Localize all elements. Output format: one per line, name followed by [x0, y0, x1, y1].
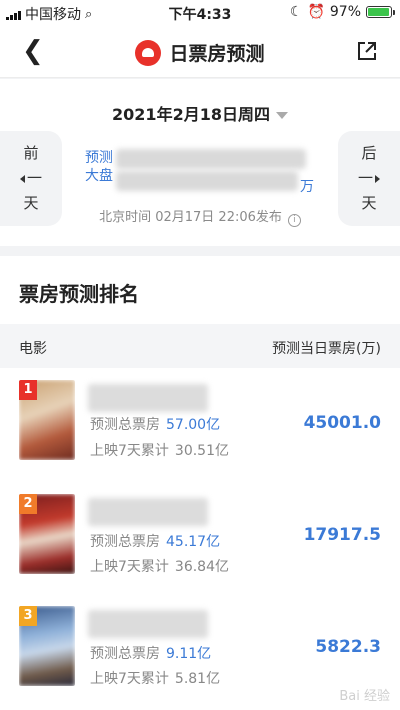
alarm-icon: ⏰	[307, 4, 325, 20]
total-value: 57.00亿	[166, 417, 221, 433]
forecast-value: 5822.3	[315, 637, 381, 657]
table-row[interactable]: 2 预测总票房 45.17亿 上映7天累计 36.84亿 17917.5	[0, 480, 400, 592]
blurred-prediction-value	[116, 149, 306, 169]
status-bar: 中国移动 ⌕ 下午4:33 ☾ ⏰ 97%	[0, 0, 400, 26]
battery-icon	[366, 6, 395, 18]
forecast-value: 17917.5	[303, 525, 381, 545]
caret-right-icon	[375, 174, 380, 183]
date-selector[interactable]: 2021年2月18日周四	[0, 101, 400, 125]
header-card: 2021年2月18日周四 前 一 天 预测 大盘 万 后 一 天 北京时间 02…	[0, 79, 400, 246]
column-forecast: 预测当日票房(万)	[272, 341, 381, 357]
blurred-prediction-value-2	[116, 171, 298, 191]
movie-poster: 3	[19, 606, 75, 686]
blurred-movie-title	[88, 610, 208, 638]
next-day-label-1: 后	[361, 144, 377, 162]
nav-bar: ❮ 日票房预测	[0, 26, 400, 78]
ranking-section: 票房预测排名 电影 预测当日票房(万) 1 预测总票房 57.00亿 上映7天累计…	[0, 256, 400, 710]
section-title: 票房预测排名	[19, 282, 139, 306]
blurred-movie-title	[88, 498, 208, 526]
prediction-line-1: 预测	[85, 150, 113, 166]
column-movie: 电影	[19, 341, 47, 357]
cumulative-value: 5.81亿	[174, 671, 221, 687]
cumulative-value: 36.84亿	[174, 559, 230, 575]
cumulative-label: 上映7天累计	[90, 443, 169, 459]
prev-day-label-1: 前	[23, 144, 39, 162]
prev-day-label-2: 一	[26, 169, 42, 187]
prediction-line-2: 大盘	[85, 168, 113, 184]
battery-percent: 97%	[329, 4, 361, 20]
movie-poster: 2	[19, 494, 75, 574]
forecast-value: 45001.0	[303, 413, 381, 433]
date-label: 2021年2月18日周四	[112, 105, 270, 124]
total-box-office: 预测总票房 9.11亿	[90, 643, 211, 663]
rank-badge: 2	[19, 494, 37, 514]
cumulative-label: 上映7天累计	[90, 671, 169, 687]
watermark: Bai 经验	[339, 689, 390, 704]
page-title: 日票房预测	[169, 43, 265, 65]
total-box-office: 预测总票房 57.00亿	[90, 414, 220, 434]
app-logo-icon	[135, 39, 162, 66]
table-row[interactable]: 1 预测总票房 57.00亿 上映7天累计 30.51亿 45001.0	[0, 368, 400, 480]
table-header: 电影 预测当日票房(万)	[0, 324, 400, 368]
total-value: 9.11亿	[166, 646, 212, 662]
publish-time: 北京时间 02月17日 22:06发布 i	[0, 206, 400, 227]
total-box-office: 预测总票房 45.17亿	[90, 531, 220, 551]
cumulative-label: 上映7天累计	[90, 559, 169, 575]
rank-badge: 1	[19, 380, 37, 400]
cumulative-box-office: 上映7天累计 30.51亿	[90, 440, 229, 460]
caret-left-icon	[19, 174, 25, 183]
next-day-label-2: 一	[357, 169, 373, 187]
cumulative-box-office: 上映7天累计 5.81亿	[90, 668, 220, 688]
prediction-unit: 万	[300, 179, 314, 195]
publish-time-label: 北京时间 02月17日 22:06发布	[99, 210, 282, 225]
cumulative-box-office: 上映7天累计 36.84亿	[90, 556, 229, 576]
rank-badge: 3	[19, 606, 37, 626]
caret-down-icon	[275, 112, 288, 119]
moon-icon: ☾	[289, 4, 303, 20]
prediction-summary[interactable]: 预测 大盘	[85, 149, 113, 185]
status-right-group: ☾ ⏰ 97%	[289, 4, 395, 20]
movie-poster: 1	[19, 380, 75, 460]
blurred-movie-title	[88, 384, 208, 412]
total-label: 预测总票房	[90, 417, 160, 433]
total-label: 预测总票房	[90, 534, 160, 550]
total-value: 45.17亿	[166, 534, 221, 550]
info-icon[interactable]: i	[287, 214, 301, 227]
total-label: 预测总票房	[90, 646, 160, 662]
nav-title-group: 日票房预测	[0, 39, 400, 66]
cumulative-value: 30.51亿	[174, 443, 230, 459]
share-icon[interactable]	[356, 40, 378, 62]
